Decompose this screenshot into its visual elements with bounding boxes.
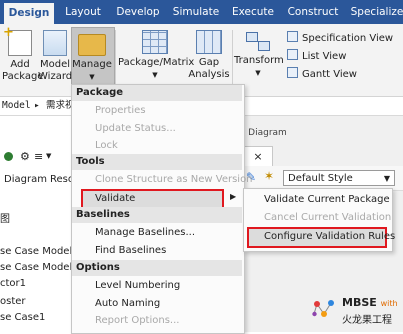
menu-item-auto-naming[interactable]: Auto Naming	[95, 296, 160, 312]
list-view-label: List View	[302, 51, 347, 62]
specification-view-icon	[287, 31, 298, 42]
add-package-icon	[3, 27, 32, 56]
status-dot-icon[interactable]	[4, 152, 13, 161]
gantt-view-icon	[287, 67, 298, 78]
model-wizard-label-1: Model	[39, 59, 71, 70]
logo-subtitle: 火龙果工程	[342, 315, 392, 326]
menu-section-baselines: Baselines	[72, 207, 242, 223]
model-wizard-icon	[43, 30, 67, 56]
gear-icon[interactable]: ⚙	[20, 150, 30, 163]
breadcrumb-separator: ▸	[34, 100, 40, 111]
menu-lines-icon[interactable]: ≡	[34, 150, 43, 163]
menu-item-properties[interactable]: Properties	[95, 103, 146, 119]
menu-item-level-numbering[interactable]: Level Numbering	[95, 278, 180, 294]
list-view-button[interactable]: List View	[287, 49, 346, 63]
gantt-view-button[interactable]: Gantt View	[287, 67, 357, 81]
gap-analysis-label-1: Gap	[198, 57, 220, 68]
matrix-icon	[142, 30, 168, 54]
add-package-label-2: Package	[2, 71, 44, 82]
add-package-button[interactable]: Add Package	[2, 27, 44, 83]
transform-button[interactable]: Transform ▼	[234, 30, 284, 79]
breadcrumb-root[interactable]: Model	[2, 97, 31, 115]
submenu-arrow-icon: ▶	[230, 192, 237, 201]
menu-section-options: Options	[72, 260, 242, 276]
list-view-icon	[287, 49, 298, 60]
gap-analysis-button[interactable]: Gap Analysis	[188, 30, 230, 81]
tree-item[interactable]: se Case Model	[0, 262, 72, 273]
gantt-view-label: Gantt View	[302, 69, 357, 80]
menu-item-validate-current-package[interactable]: Validate Current Package	[264, 192, 390, 208]
model-wizard-label-2: Wizard	[38, 71, 73, 82]
tree-item[interactable]: 图	[0, 210, 10, 225]
ribbon-divider	[115, 30, 116, 90]
style-select-value: Default Style	[288, 173, 353, 184]
package-matrix-button[interactable]: Package/Matrix ▼	[118, 30, 195, 81]
menu-item-update-status[interactable]: Update Status...	[95, 121, 176, 137]
ribbon-divider	[232, 30, 233, 90]
menu-item-report-options[interactable]: Report Options...	[95, 313, 179, 329]
chevron-down-icon: ▼	[383, 174, 390, 183]
model-wizard-button[interactable]: Model Wizard	[38, 30, 72, 83]
gap-analysis-icon	[196, 30, 222, 54]
tree-item[interactable]: oster	[0, 296, 26, 307]
add-package-label-1: Add	[10, 59, 30, 70]
menu-item-configure-validation-rules-label: Configure Validation Rules	[264, 231, 396, 242]
package-matrix-label: Package/Matrix	[118, 57, 195, 68]
menu-item-cancel-current-validation[interactable]: Cancel Current Validation	[264, 210, 391, 226]
mbse-logo-icon	[312, 300, 334, 317]
tab-develop[interactable]: Develop	[112, 0, 164, 24]
tree-item[interactable]: se Case1	[0, 312, 45, 323]
menu-item-lock[interactable]: Lock	[95, 138, 118, 154]
gap-analysis-label-2: Analysis	[188, 69, 230, 80]
menu-item-find-baselines[interactable]: Find Baselines	[95, 243, 166, 259]
chevron-down-icon: ▼	[89, 73, 95, 81]
menu-section-package: Package	[72, 85, 242, 101]
ribbon-tab-strip: Design Layout Develop Simulate Execute C…	[0, 0, 403, 24]
specification-view-button[interactable]: Specification View	[287, 31, 393, 45]
tab-simulate[interactable]: Simulate	[170, 0, 222, 24]
menu-item-manage-baselines[interactable]: Manage Baselines...	[95, 225, 195, 241]
transform-label: Transform	[234, 55, 284, 66]
chevron-down-icon: ▼	[255, 69, 261, 77]
folder-icon	[78, 34, 106, 56]
tab-diagram[interactable]: Diagram	[4, 174, 47, 185]
tab-layout[interactable]: Layout	[58, 0, 108, 24]
diagram-header: y Diagram	[240, 128, 287, 138]
manage-button[interactable]: Manage ▼	[72, 30, 112, 83]
tab-execute[interactable]: Execute	[228, 0, 278, 24]
transform-icon	[246, 30, 270, 52]
specification-view-label: Specification View	[302, 33, 394, 44]
model-browser-tabs: Diagram Reso	[0, 174, 74, 192]
tab-design[interactable]: Design	[4, 3, 54, 24]
tab-specialize[interactable]: Specialize	[348, 0, 403, 24]
tab-construct[interactable]: Construct	[284, 0, 342, 24]
menu-item-clone-structure[interactable]: Clone Structure as New Version	[95, 172, 253, 188]
style-select[interactable]: Default Style ▼	[283, 170, 395, 186]
chevron-down-icon: ▼	[152, 71, 158, 79]
logo-mbse: MBSE	[342, 296, 377, 309]
model-browser-panel: ⚙ ≡ ▼ Diagram Reso 图 se Case Model se Ca…	[0, 116, 74, 332]
tree-item[interactable]: ctor1	[0, 278, 26, 289]
menu-section-tools: Tools	[72, 154, 242, 170]
diagram-tab-close-icon[interactable]: ×	[243, 146, 273, 167]
logo-text: MBSE with	[342, 296, 398, 309]
chevron-down-icon[interactable]: ▼	[46, 152, 51, 160]
pointer-icon[interactable]: ✶	[264, 169, 274, 183]
logo-with: with	[380, 299, 398, 308]
model-browser-toolbar: ⚙ ≡ ▼	[0, 150, 71, 168]
manage-label: Manage	[72, 59, 112, 70]
tree-item[interactable]: se Case Model	[0, 246, 72, 257]
menu-item-validate-label: Validate	[95, 193, 136, 204]
